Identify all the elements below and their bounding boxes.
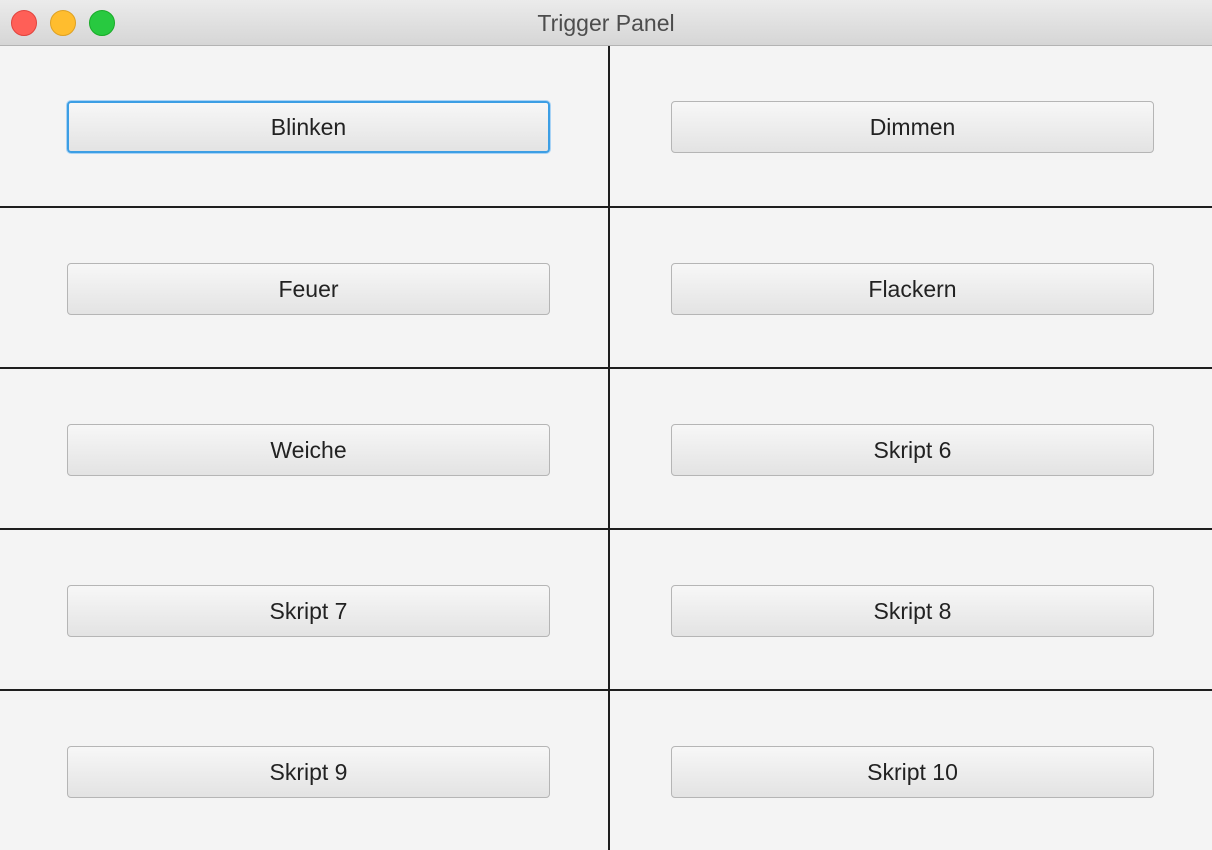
trigger-cell: Feuer [0,208,610,369]
trigger-button-blinken[interactable]: Blinken [67,101,550,153]
trigger-cell: Flackern [610,208,1212,369]
trigger-button-skript-6[interactable]: Skript 6 [671,424,1154,476]
trigger-button-weiche[interactable]: Weiche [67,424,550,476]
trigger-button-skript-9[interactable]: Skript 9 [67,746,550,798]
trigger-cell: Skript 6 [610,369,1212,530]
window-title: Trigger Panel [537,10,675,36]
trigger-grid: Blinken Dimmen Feuer Flackern Weiche Skr… [0,46,1212,850]
trigger-button-skript-10[interactable]: Skript 10 [671,746,1154,798]
trigger-cell: Skript 8 [610,530,1212,691]
trigger-button-skript-8[interactable]: Skript 8 [671,585,1154,637]
trigger-cell: Skript 7 [0,530,610,691]
trigger-button-feuer[interactable]: Feuer [67,263,550,315]
trigger-button-flackern[interactable]: Flackern [671,263,1154,315]
trigger-button-dimmen[interactable]: Dimmen [671,101,1154,153]
trigger-cell: Skript 9 [0,691,610,850]
trigger-button-skript-7[interactable]: Skript 7 [67,585,550,637]
trigger-cell: Blinken [0,46,610,208]
title-bar[interactable]: Trigger Panel [0,0,1212,46]
trigger-cell: Dimmen [610,46,1212,208]
trigger-cell: Weiche [0,369,610,530]
trigger-cell: Skript 10 [610,691,1212,850]
app-window: Trigger Panel Blinken Dimmen Feuer Flack… [0,0,1212,850]
